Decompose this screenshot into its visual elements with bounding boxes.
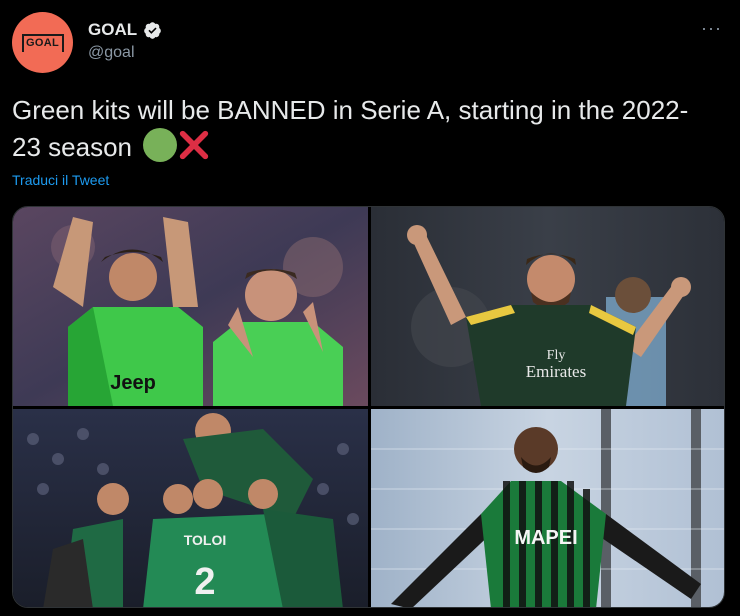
tweet-header: GOAL GOAL @goal ··· — [12, 12, 728, 76]
avatar[interactable]: GOAL — [12, 12, 73, 73]
cross-mark-emoji-icon — [180, 130, 209, 160]
green-circle-emoji-icon — [143, 128, 178, 162]
photo-atalanta-green-kit[interactable]: TOLOI 2 — [13, 409, 368, 607]
more-options-icon[interactable]: ··· — [701, 18, 722, 39]
kit-text-mapei: MAPEI — [514, 527, 577, 549]
kit-number: 2 — [194, 561, 215, 603]
kit-text-emirates: Emirates — [526, 362, 586, 381]
media-grid: Jeep Fly Emirates TOLOI 2 MAPEI — [12, 206, 725, 608]
author-block: GOAL @goal — [88, 20, 162, 62]
photo-sassuolo-green-kit[interactable]: MAPEI — [371, 409, 724, 607]
verified-badge-icon — [144, 21, 161, 39]
photo-milan-green-kit[interactable]: Fly Emirates — [371, 207, 724, 406]
tweet-text-content: Green kits will be BANNED in Serie A, st… — [12, 95, 689, 162]
kit-text-jeep: Jeep — [110, 372, 156, 394]
display-name[interactable]: GOAL — [88, 20, 137, 40]
kit-name-toloi: TOLOI — [184, 532, 227, 548]
goal-logo: GOAL — [21, 33, 64, 52]
kit-text-fly: Fly — [547, 348, 566, 363]
avatar-logo-text: GOAL — [26, 36, 59, 49]
translate-tweet-link[interactable]: Traduci il Tweet — [12, 172, 109, 188]
handle[interactable]: @goal — [88, 44, 162, 62]
photo-juventus-green-kit[interactable]: Jeep — [13, 207, 368, 406]
tweet-text: Green kits will be BANNED in Serie A, st… — [12, 92, 712, 165]
